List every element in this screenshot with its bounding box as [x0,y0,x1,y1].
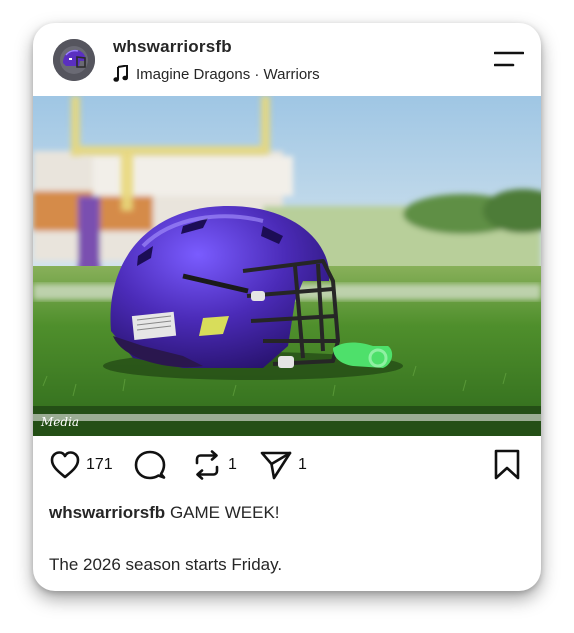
action-bar: 171 1 1 [33,436,541,496]
repost-count: 1 [228,456,237,473]
music-row[interactable]: Imagine Dragons · Warriors [113,64,320,84]
share-button[interactable]: 1 [259,450,307,480]
post-photo[interactable]: Media [33,96,541,436]
post-card: whswarriorsfb Imagine Dragons · Warriors [33,23,541,591]
username[interactable]: whswarriorsfb [113,37,232,57]
caption-username[interactable]: whswarriorsfb [49,503,165,522]
bookmark-button[interactable] [493,449,521,480]
like-count: 171 [86,456,113,473]
caption-line-2: The 2026 season starts Friday. [49,555,283,574]
caption: whswarriorsfb GAME WEEK! [49,503,280,523]
post-header: whswarriorsfb Imagine Dragons · Warriors [33,23,541,96]
menu-icon[interactable] [494,50,524,68]
repost-button[interactable]: 1 [191,450,237,480]
send-icon [260,451,292,480]
caption-text: GAME WEEK! [169,503,280,522]
avatar[interactable] [53,39,95,81]
repost-icon [195,450,219,480]
bookmark-icon [494,449,520,480]
photo-watermark: Media [40,415,79,429]
helmet-avatar-icon [53,39,95,81]
music-label: Imagine Dragons · Warriors [136,65,320,83]
heart-icon [50,451,80,479]
like-button[interactable]: 171 [49,450,113,480]
football-helmet-photo: Media [33,96,541,436]
comment-icon [134,450,166,480]
music-note-icon [113,65,128,82]
comment-button[interactable] [133,450,167,480]
share-count: 1 [298,456,307,473]
